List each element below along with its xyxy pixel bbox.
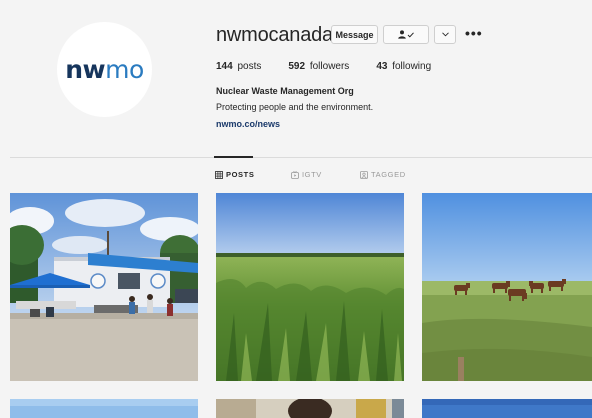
tabs-divider: [10, 157, 592, 158]
igtv-icon: [291, 170, 299, 179]
post-thumbnail[interactable]: [422, 399, 592, 418]
tab-tagged[interactable]: TAGGED: [360, 170, 406, 179]
post-thumbnail[interactable]: [10, 193, 198, 381]
outdoor-event-tents-photo: [10, 193, 198, 381]
nwmo-logo: nwmo: [65, 55, 144, 84]
tagged-icon: [360, 170, 368, 179]
people-photo: [216, 399, 404, 418]
suggestions-dropdown-button[interactable]: [434, 25, 456, 44]
profile-username: nwmocanada: [216, 24, 333, 46]
green-corn-field-photo: [216, 193, 404, 381]
grid-icon: [215, 170, 223, 179]
profile-full-name: Nuclear Waste Management Org: [216, 86, 354, 96]
followers-stat[interactable]: 592 followers: [288, 61, 349, 72]
following-stat[interactable]: 43 following: [376, 61, 431, 72]
post-thumbnail[interactable]: [422, 193, 592, 381]
post-thumbnail[interactable]: [216, 193, 404, 381]
sky-photo: [10, 399, 198, 418]
profile-bio: Protecting people and the environment.: [216, 102, 374, 112]
more-options-icon[interactable]: •••: [465, 26, 483, 40]
sky-photo: [422, 399, 592, 418]
profile-website-link[interactable]: nwmo.co/news: [216, 119, 280, 129]
profile-stats: 144 posts 592 followers 43 following: [216, 61, 458, 72]
horses-grazing-field-photo: [422, 193, 592, 381]
posts-stat: 144 posts: [216, 61, 262, 72]
chevron-down-icon: [441, 32, 449, 37]
post-thumbnail[interactable]: [10, 399, 198, 418]
tab-posts[interactable]: POSTS: [215, 170, 254, 179]
tab-igtv[interactable]: IGTV: [291, 170, 322, 179]
message-button[interactable]: Message: [331, 25, 378, 44]
post-thumbnail[interactable]: [216, 399, 404, 418]
profile-page: nwmo nwmocanada Message ••• 144 posts 59…: [0, 0, 592, 418]
active-tab-indicator: [214, 156, 253, 158]
person-check-icon: [398, 30, 414, 39]
profile-avatar[interactable]: nwmo: [57, 22, 152, 117]
following-button[interactable]: [383, 25, 429, 44]
